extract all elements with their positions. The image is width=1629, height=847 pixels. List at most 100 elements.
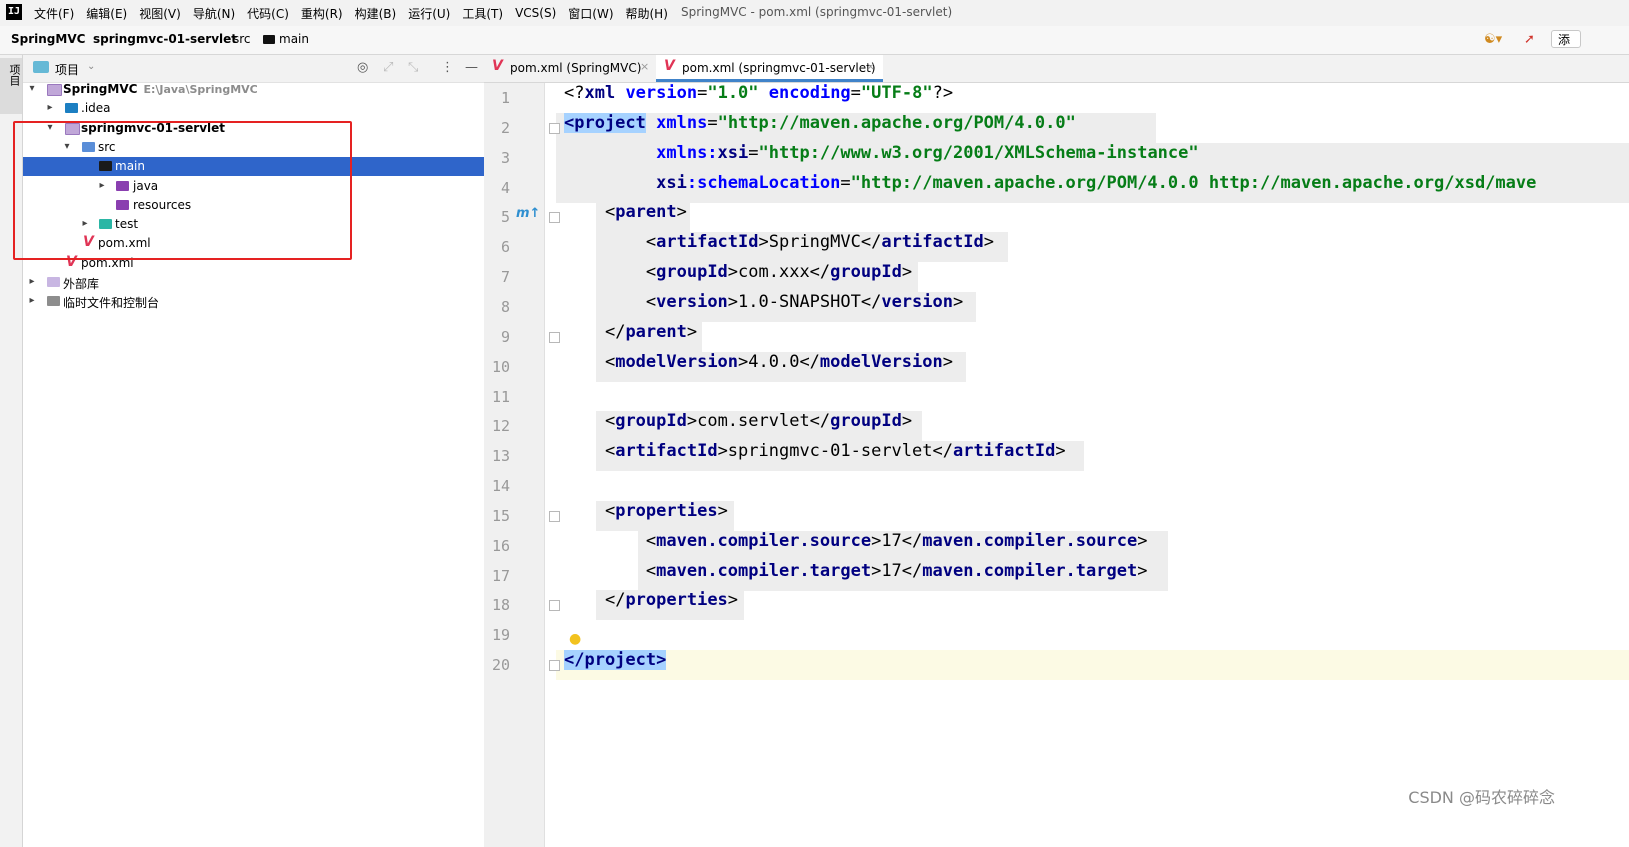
editor-tabs: V pom.xml (SpringMVC) × V pom.xml (sprin… (484, 55, 1629, 83)
breadcrumb-project[interactable]: SpringMVC (11, 32, 85, 46)
close-tab-icon[interactable]: × (640, 60, 649, 73)
chevron-right-icon[interactable]: ▸ (27, 295, 37, 306)
tree-item[interactable]: ▸ .idea (23, 99, 501, 118)
code-line: <maven.compiler.target>17</maven.compile… (564, 561, 1629, 591)
menu-item[interactable]: 编辑(E) (86, 5, 127, 22)
main-menu: 文件(F) 编辑(E) 视图(V) 导航(N) 代码(C) 重构(R) 构建(B) 运行(U)… (34, 0, 668, 26)
code-token: xmlns (656, 112, 708, 133)
users-icon[interactable]: ☯▾ (1484, 32, 1502, 47)
code-line: <parent> (564, 202, 1629, 232)
fold-marker-icon[interactable] (549, 600, 560, 612)
line-number: 14 (491, 477, 510, 496)
options-menu-icon[interactable]: ⋮ (441, 60, 454, 75)
close-tab-icon[interactable]: × (866, 60, 875, 73)
code-line: <project xmlns="http://maven.apache.org/… (564, 112, 1629, 143)
menu-item[interactable]: 构建(B) (355, 5, 397, 22)
line-number: 19 (491, 626, 510, 645)
code-token: xsi (717, 142, 749, 163)
menu-item[interactable]: 视图(V) (139, 5, 181, 22)
code-token: modelVersion (615, 351, 739, 372)
fold-marker-icon[interactable] (549, 510, 560, 522)
chevron-right-icon[interactable]: ▸ (27, 276, 37, 287)
intellij-logo-icon: IJ (6, 4, 22, 20)
code-token: = (850, 83, 861, 103)
code-token: artifactId (656, 232, 759, 253)
fold-marker-icon[interactable] (549, 212, 560, 224)
line-number: 2 (500, 118, 510, 137)
code-token: version (881, 291, 953, 312)
code-token: "http://maven.apache.org/POM/4.0.0 http:… (850, 172, 1537, 193)
fold-marker-icon[interactable] (549, 660, 560, 672)
menu-item[interactable]: 工具(T) (462, 5, 503, 22)
collapse-all-icon[interactable]: ⤡ (408, 60, 418, 75)
code-token: </ (604, 590, 626, 611)
tab-pom-springmvc[interactable]: V pom.xml (SpringMVC) × (484, 55, 654, 82)
tree-item[interactable]: ▾ SpringMVC E:\Java\SpringMVC (23, 80, 501, 99)
menu-item[interactable]: 运行(U) (408, 5, 450, 22)
tab-pom-servlet[interactable]: V pom.xml (springmvc-01-servlet) × (656, 55, 883, 82)
idea-folder-icon (65, 103, 78, 114)
code-token: properties (615, 500, 718, 521)
fold-marker-icon[interactable] (549, 122, 560, 134)
line-number: 4 (500, 178, 510, 197)
code-token: "1.0" (707, 83, 759, 103)
fold-marker-icon[interactable] (549, 331, 560, 343)
chevron-right-icon[interactable]: ▸ (45, 102, 55, 113)
locate-file-icon[interactable]: ◎ (357, 60, 368, 75)
code-token: > (686, 321, 698, 342)
tree-item[interactable]: ▸ 临时文件和控制台 (23, 292, 501, 311)
project-tool-tab[interactable]: 项目 (0, 58, 22, 114)
menu-item[interactable]: 重构(R) (301, 5, 343, 22)
code-token: maven.compiler.target (922, 560, 1138, 581)
build-hammer-icon[interactable]: ➚ (1524, 32, 1535, 47)
maven-file-icon: V (492, 58, 503, 74)
code-line: xsi:schemaLocation="http://maven.apache.… (564, 173, 1629, 203)
breadcrumb-main[interactable]: main (263, 32, 309, 46)
expand-all-icon[interactable]: ⤢ (383, 60, 393, 75)
window-title: SpringMVC - pom.xml (springmvc-01-servle… (681, 5, 953, 19)
code-line: <groupId>com.xxx</groupId> (564, 262, 1629, 292)
menu-item[interactable]: 导航(N) (193, 5, 235, 22)
external-libraries-icon (47, 277, 60, 287)
code-token: > (1137, 560, 1148, 581)
code-token: >com.xxx</ (727, 262, 831, 283)
code-token: >17</ (871, 530, 923, 551)
tree-item-label: 外部库 (63, 277, 100, 291)
tree-item[interactable]: ▸ 外部库 (23, 273, 501, 292)
lightbulb-icon[interactable]: ● (569, 631, 581, 647)
tree-item-label: 临时文件和控制台 (63, 296, 160, 311)
code-token: < (604, 351, 616, 372)
line-number: 15 (491, 506, 510, 525)
code-token: >1.0-SNAPSHOT</ (727, 291, 882, 312)
menu-item[interactable]: 窗口(W) (568, 5, 613, 22)
maven-parent-gutter-icon[interactable]: m↑ (516, 206, 540, 221)
code-token: :schemaLocation (686, 172, 841, 193)
hide-panel-icon[interactable]: — (465, 60, 478, 75)
code-token: artifactId (615, 441, 718, 462)
code-token: < (645, 291, 657, 312)
add-configuration-button[interactable]: 添 (1551, 30, 1581, 48)
code-token: > (942, 351, 953, 372)
menu-item[interactable]: 文件(F) (34, 5, 74, 22)
project-panel-title[interactable]: 项目 (55, 61, 79, 78)
breadcrumb-src[interactable]: src (233, 32, 251, 46)
watermark-text: CSDN @码农碎碎念 (1408, 788, 1555, 807)
code-token: < (645, 232, 657, 253)
view-dropdown-icon[interactable]: ⌄ (87, 61, 95, 72)
menu-item[interactable]: VCS(S) (515, 6, 556, 20)
code-editor[interactable]: <?xml version="1.0" encoding="UTF-8"?> <p… (556, 83, 1629, 847)
menu-item[interactable]: 代码(C) (247, 5, 289, 22)
code-token: maven.compiler.source (656, 530, 872, 551)
menu-item[interactable]: 帮助(H) (626, 5, 668, 22)
breadcrumb-module[interactable]: springmvc-01-servlet (93, 32, 237, 46)
code-token: < (645, 560, 657, 581)
tab-label: pom.xml (springmvc-01-servlet) (682, 61, 876, 75)
chevron-down-icon[interactable]: ▾ (27, 83, 37, 94)
